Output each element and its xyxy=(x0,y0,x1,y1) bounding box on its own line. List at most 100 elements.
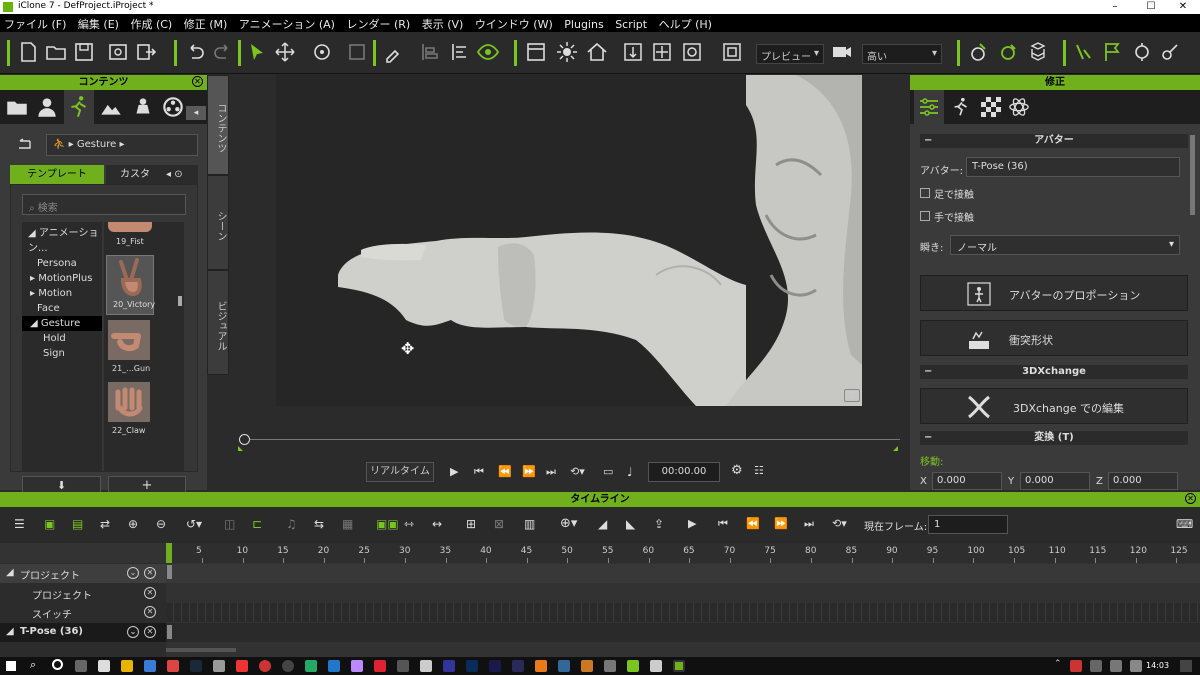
go-to-end-icon[interactable]: ⏭ xyxy=(546,465,556,479)
fit-icon[interactable]: ▣▣ xyxy=(376,517,399,531)
remove-icon[interactable]: ✕ xyxy=(144,626,156,638)
key-marker[interactable] xyxy=(167,625,172,639)
task-view-icon[interactable] xyxy=(75,660,87,672)
app-icon[interactable] xyxy=(604,660,616,672)
insert-frame-icon[interactable]: ⊞ xyxy=(466,517,476,531)
app-icon[interactable] xyxy=(328,660,340,672)
split-icon[interactable]: ◫ xyxy=(224,517,235,531)
preview-dropdown[interactable]: プレビュー ▾ xyxy=(756,44,824,64)
thumb-fist-image[interactable] xyxy=(108,222,152,232)
swap-icon[interactable]: ⇄ xyxy=(100,517,110,531)
volume-icon[interactable] xyxy=(1110,660,1122,672)
track-project[interactable]: プロジェクト ✕ xyxy=(0,584,166,603)
motion-layer-icon[interactable]: ▦ xyxy=(342,517,353,531)
clip-icon[interactable]: ▤ xyxy=(72,517,83,531)
tabs-scroll-left-button[interactable]: ◂ xyxy=(186,106,206,120)
steam-icon[interactable] xyxy=(190,660,202,672)
motion-tab[interactable] xyxy=(64,90,94,124)
network-icon[interactable] xyxy=(1090,660,1102,672)
attributes-tab[interactable] xyxy=(914,90,944,124)
app-icon[interactable] xyxy=(305,660,317,672)
tools-icon[interactable] xyxy=(1130,40,1154,64)
tray-chevron-icon[interactable]: ⌃ xyxy=(1054,659,1062,669)
atom-physics-icon[interactable] xyxy=(1008,96,1030,118)
loop-icon[interactable]: ⟲▾ xyxy=(570,465,585,478)
next-key-icon[interactable]: ◣ xyxy=(626,517,635,531)
timeline-hscrollbar[interactable] xyxy=(166,648,236,652)
close-button[interactable]: ✕ xyxy=(1166,0,1200,14)
app-icon[interactable] xyxy=(535,660,547,672)
light-icon[interactable] xyxy=(555,40,579,64)
collision-shape-button[interactable]: 衝突形状 xyxy=(920,320,1188,356)
timeline-settings-icon[interactable]: ⌨ xyxy=(1176,517,1193,531)
blink-dropdown[interactable]: ノーマル ▾ xyxy=(950,235,1180,255)
timeline-rewind-icon[interactable]: ⏪ xyxy=(746,517,760,530)
link-icon[interactable] xyxy=(448,40,472,64)
tray-icon[interactable] xyxy=(1070,660,1082,672)
menu-create[interactable]: 作成 (C) xyxy=(126,14,176,32)
select-arrow-icon[interactable] xyxy=(245,40,269,64)
tree-item-persona[interactable]: Persona xyxy=(22,256,102,271)
options-icon[interactable]: ⌄ xyxy=(127,626,139,638)
app-icon[interactable] xyxy=(213,660,225,672)
3dxchange-section-header[interactable]: − 3DXchange xyxy=(920,365,1188,379)
breadcrumb[interactable]: ⛹ ▸ Gesture ▸ xyxy=(46,134,198,156)
rewind-icon[interactable]: ⏪ xyxy=(498,465,512,478)
search-box[interactable]: ⌕ 検索 xyxy=(22,194,186,215)
track-switch[interactable]: スイッチ ✕ xyxy=(0,603,166,622)
subtitle-icon[interactable]: ▭ xyxy=(603,465,613,478)
premiere-icon[interactable] xyxy=(512,660,524,672)
add-key-icon[interactable]: ⊕ xyxy=(128,517,138,531)
timeline-end-icon[interactable]: ⏭ xyxy=(804,517,814,531)
music-note-icon[interactable]: ♩ xyxy=(627,465,633,479)
windows-start-icon[interactable] xyxy=(6,661,16,671)
props-tab-icon[interactable] xyxy=(130,94,156,120)
pick-parent-icon[interactable] xyxy=(382,40,406,64)
connect-icon[interactable] xyxy=(1158,40,1182,64)
rotate-icon[interactable] xyxy=(310,40,334,64)
template-tab[interactable]: テンプレート xyxy=(10,165,104,184)
timeline-play-icon[interactable]: ▶ xyxy=(688,517,696,530)
3dxchange-edit-button[interactable]: 3DXchange での編集 xyxy=(920,388,1188,424)
comment-icon[interactable]: ☰ xyxy=(844,389,860,402)
panel-scrollbar[interactable] xyxy=(1190,135,1195,215)
hand-contact-checkbox[interactable] xyxy=(920,211,930,221)
snap-icon[interactable] xyxy=(650,40,674,64)
menu-plugins[interactable]: Plugins xyxy=(560,16,607,31)
home-icon[interactable] xyxy=(585,40,609,64)
tab-scroll-controls[interactable]: ◂ ⊙ xyxy=(164,165,198,184)
back-arrow-icon[interactable] xyxy=(16,138,32,150)
menu-window[interactable]: ウインドウ (W) xyxy=(471,14,557,32)
settings-gear-icon[interactable]: ⚙ xyxy=(731,463,743,478)
chrome-icon[interactable] xyxy=(167,660,179,672)
side-tab-content[interactable]: コンテンツ xyxy=(207,75,229,175)
camera-icon[interactable] xyxy=(830,40,854,64)
app-icon[interactable] xyxy=(259,660,271,672)
physics-icon[interactable] xyxy=(996,40,1020,64)
expand-icon[interactable]: ↔ xyxy=(432,517,442,531)
flag-icon[interactable] xyxy=(1100,40,1124,64)
notifications-icon[interactable] xyxy=(1180,660,1192,672)
menu-help[interactable]: ヘルプ (H) xyxy=(655,14,716,32)
quality-dropdown[interactable]: 高い ▾ xyxy=(862,44,942,64)
reach-target-icon[interactable] xyxy=(966,40,990,64)
scale-icon[interactable] xyxy=(345,40,369,64)
remove-key-icon[interactable]: ⊖ xyxy=(156,517,166,531)
fast-forward-icon[interactable]: ⏩ xyxy=(522,465,536,478)
stage-tab-icon[interactable] xyxy=(98,94,124,120)
camera-view-icon[interactable] xyxy=(680,40,704,64)
range-start-marker[interactable] xyxy=(238,446,243,451)
side-tab-visual[interactable]: ビジュアル xyxy=(207,270,229,375)
render-icon[interactable] xyxy=(106,40,130,64)
menu-script[interactable]: Script xyxy=(611,16,651,31)
store-icon[interactable] xyxy=(98,660,110,672)
cubes-icon[interactable] xyxy=(1026,40,1050,64)
x-position-input[interactable]: 0.000 xyxy=(932,472,1002,490)
save-icon[interactable] xyxy=(72,40,96,64)
stretch-icon[interactable]: ⇿ xyxy=(404,517,414,531)
tree-item-animation[interactable]: ◢ アニメーション... xyxy=(22,222,102,256)
app-icon[interactable] xyxy=(374,660,386,672)
explorer-icon[interactable] xyxy=(121,660,133,672)
timeline-start-icon[interactable]: ⏮ xyxy=(718,517,728,531)
menu-animation[interactable]: アニメーション (A) xyxy=(235,14,339,32)
